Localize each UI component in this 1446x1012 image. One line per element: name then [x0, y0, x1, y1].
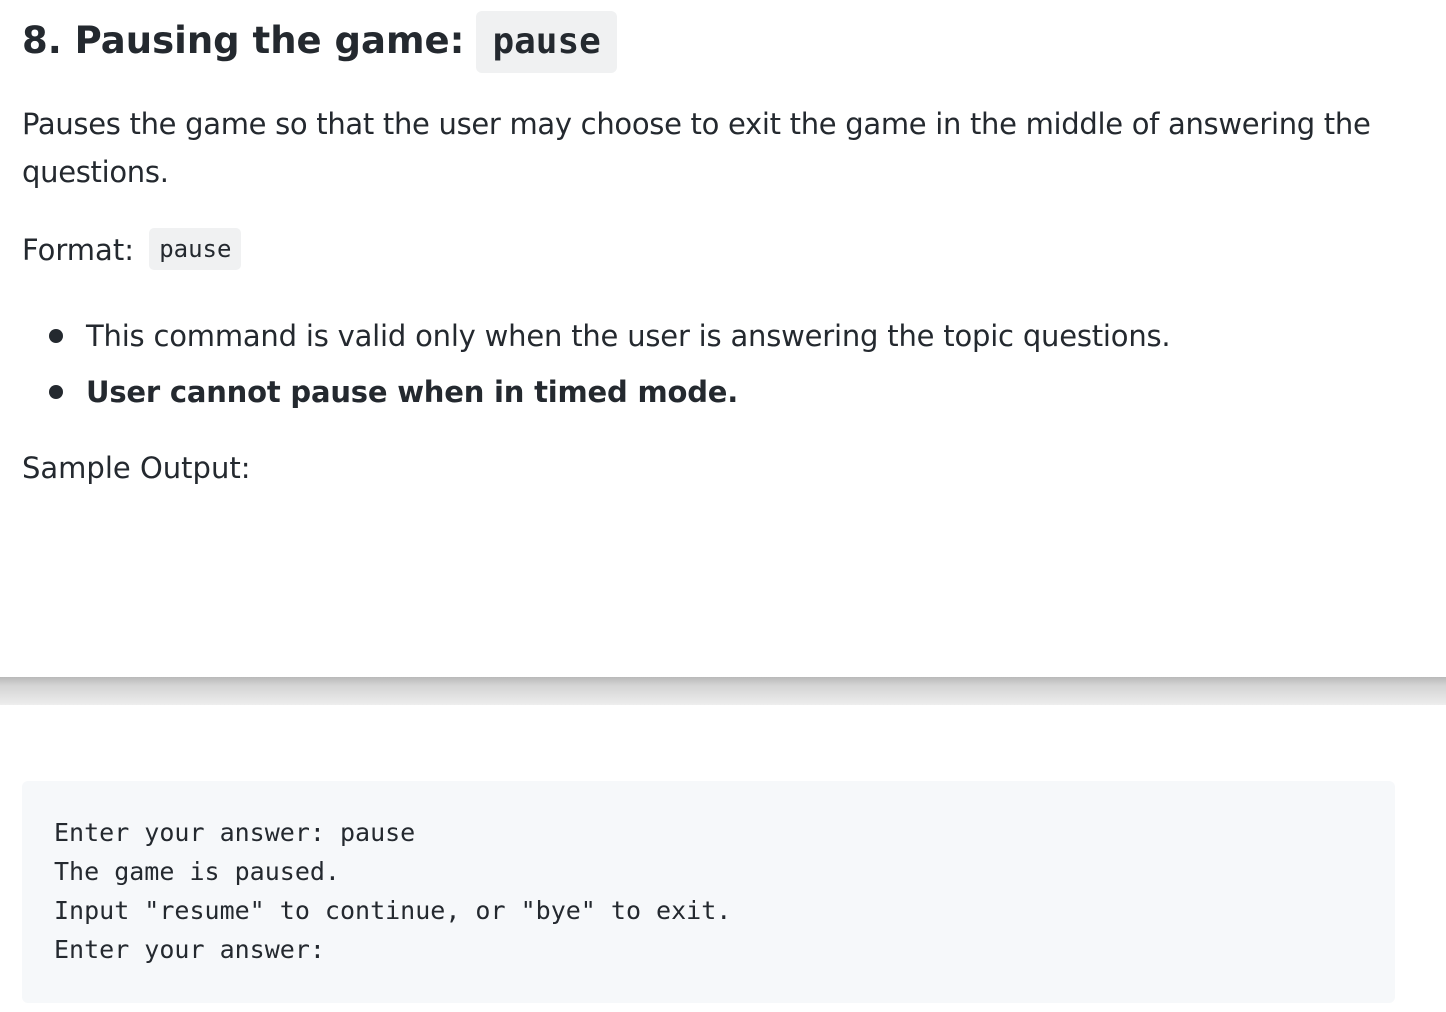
- note-text: User cannot pause when in timed mode.: [86, 375, 739, 409]
- code-content: Enter your answer: pause The game is paus…: [54, 813, 731, 969]
- code-line: Enter your answer:: [54, 935, 325, 964]
- list-item: User cannot pause when in timed mode.: [22, 364, 1170, 420]
- section-heading-text: 8. Pausing the game:: [22, 19, 465, 62]
- format-code: pause: [149, 228, 242, 270]
- bullet-icon: [49, 385, 63, 399]
- format-line: Format: pause: [22, 228, 242, 272]
- code-line: The game is paused.: [54, 857, 340, 886]
- section-heading: 8. Pausing the game: pause: [22, 10, 617, 73]
- bullet-icon: [49, 329, 63, 343]
- notes-list: This command is valid only when the user…: [22, 308, 1171, 420]
- sample-output-code-block: Enter your answer: pause The game is paus…: [22, 781, 1395, 1003]
- code-line: Enter your answer: pause: [54, 818, 416, 847]
- page-break-divider: [0, 677, 1446, 705]
- sample-output-label: Sample Output:: [22, 451, 251, 485]
- code-line: Input "resume" to continue, or "bye" to …: [54, 896, 732, 925]
- note-text: This command is valid only when the user…: [86, 319, 1171, 353]
- command-description: Pauses the game so that the user may cho…: [22, 107, 1371, 189]
- list-item: This command is valid only when the user…: [22, 308, 1171, 364]
- heading-command-code: pause: [476, 11, 617, 73]
- format-label: Format:: [22, 233, 134, 267]
